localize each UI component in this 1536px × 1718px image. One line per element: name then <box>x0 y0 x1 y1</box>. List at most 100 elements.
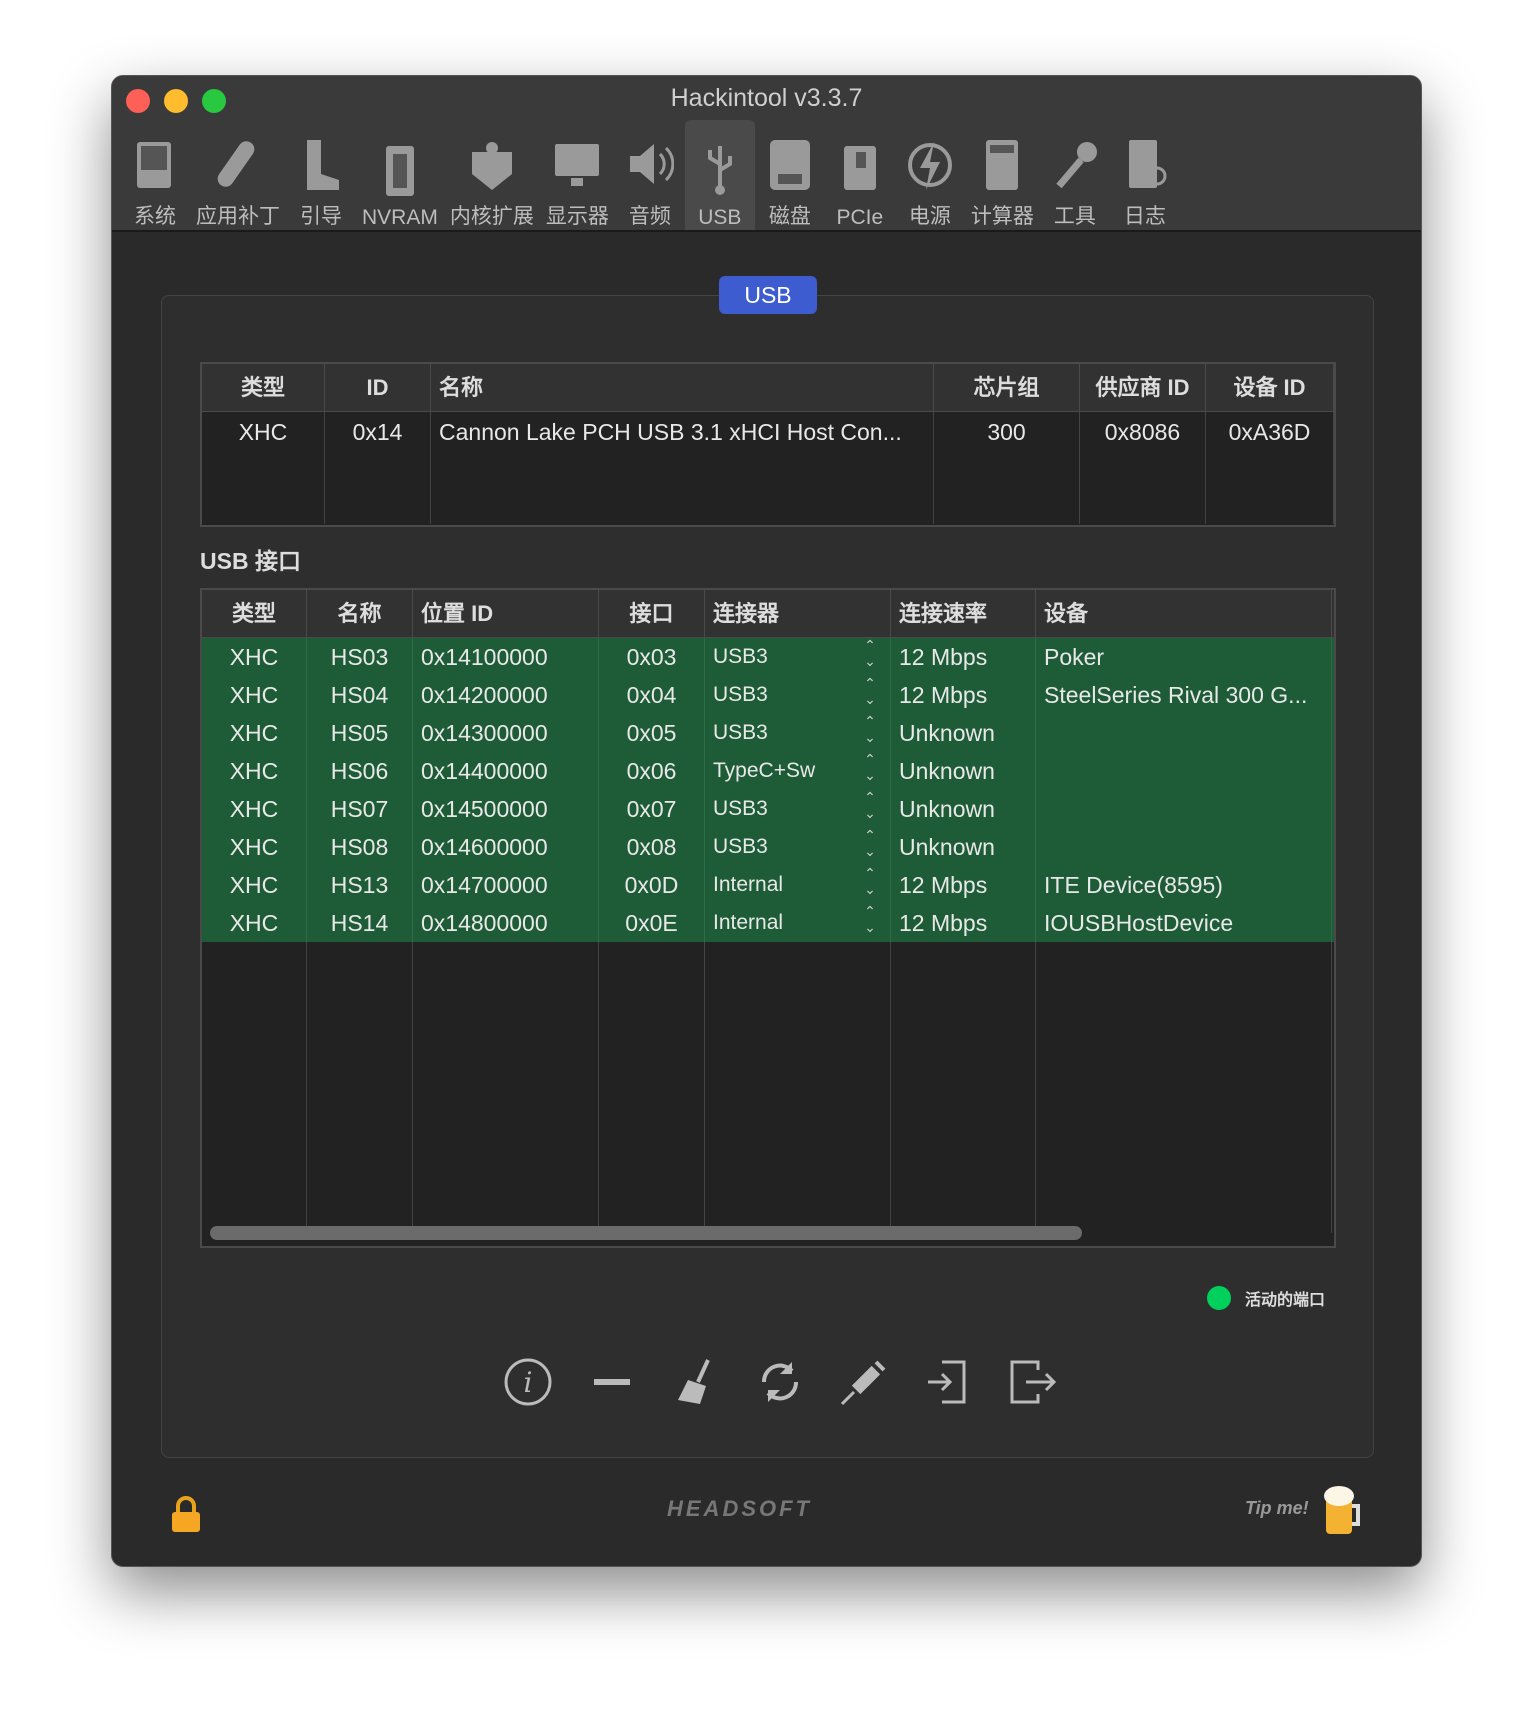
toolbar-tab-usb[interactable]: USB <box>684 120 755 230</box>
toolbar-tab-pcie[interactable]: PCIe <box>825 120 895 230</box>
table-row[interactable]: XHC HS05 0x14300000 0x05 USB3 ⌃⌄ Unknown <box>202 714 1334 752</box>
table-cell: 12 Mbps <box>891 638 1036 676</box>
toolbar-tab-log[interactable]: 日志 <box>1110 120 1180 230</box>
empty-cell <box>413 942 599 1233</box>
toolbar-tab-calculator[interactable]: 计算器 <box>965 120 1040 230</box>
column-header[interactable]: 类型 <box>202 364 325 411</box>
refresh-icon[interactable] <box>754 1356 806 1408</box>
popup-stepper-icon[interactable]: ⌃⌄ <box>863 866 879 898</box>
display-icon <box>555 144 600 186</box>
column-header[interactable]: 类型 <box>202 590 307 637</box>
tip-me-link[interactable]: Tip me! <box>1245 1498 1309 1519</box>
toolbar-tab-power[interactable]: 电源 <box>895 120 965 230</box>
popup-stepper-icon[interactable]: ⌃⌄ <box>863 676 879 708</box>
table-cell: Unknown <box>891 790 1036 828</box>
empty-cell <box>599 942 705 1233</box>
toolbar-tab-wrench[interactable]: 工具 <box>1040 120 1110 230</box>
column-header[interactable]: 名称 <box>307 590 413 637</box>
lock-icon[interactable] <box>170 1496 202 1539</box>
table-cell: 0x06 <box>599 752 705 790</box>
table-cell: XHC <box>202 790 307 828</box>
table-cell: 0x0D <box>599 866 705 904</box>
column-header[interactable]: 设备 <box>1036 590 1332 637</box>
table-row[interactable]: XHC HS13 0x14700000 0x0D Internal ⌃⌄ 12 Mbps IT… <box>202 866 1334 904</box>
toolbar-tab-label: 电源 <box>908 205 951 228</box>
table-cell: 0x04 <box>599 676 705 714</box>
svg-text:i: i <box>524 1366 533 1399</box>
clear-broom-icon[interactable] <box>670 1356 722 1408</box>
toolbar-tab-display[interactable]: 显示器 <box>540 120 615 230</box>
toolbar-tab-bandage[interactable]: 应用补丁 <box>190 120 286 230</box>
table-cell[interactable]: Internal ⌃⌄ <box>705 904 891 942</box>
table-cell: HS06 <box>307 752 413 790</box>
table-cell: Poker <box>1036 638 1332 676</box>
popup-stepper-icon[interactable]: ⌃⌄ <box>863 638 879 670</box>
table-cell: XHC <box>202 828 307 866</box>
popup-stepper-icon[interactable]: ⌃⌄ <box>863 904 879 936</box>
table-cell[interactable]: USB3 ⌃⌄ <box>705 828 891 866</box>
table-row[interactable]: XHC HS08 0x14600000 0x08 USB3 ⌃⌄ Unknown <box>202 828 1334 866</box>
table-row[interactable]: XHC HS07 0x14500000 0x07 USB3 ⌃⌄ Unknown <box>202 790 1334 828</box>
toolbar-tab-lego[interactable]: 内核扩展 <box>444 120 540 230</box>
toolbar-tab-disk[interactable]: 磁盘 <box>755 120 825 230</box>
table-row[interactable]: XHC HS06 0x14400000 0x06 TypeC+Sw ⌃⌄ Unknown <box>202 752 1334 790</box>
table-row[interactable]: XHC HS14 0x14800000 0x0E Internal ⌃⌄ 12 Mbps IO… <box>202 904 1334 942</box>
column-header[interactable]: 接口 <box>599 590 705 637</box>
table-cell[interactable]: USB3 ⌃⌄ <box>705 676 891 714</box>
empty-cell <box>307 942 413 1233</box>
table-cell[interactable]: TypeC+Sw ⌃⌄ <box>705 752 891 790</box>
column-header[interactable]: 芯片组 <box>934 364 1080 411</box>
beer-icon[interactable] <box>1322 1484 1362 1541</box>
table-cell[interactable]: Internal ⌃⌄ <box>705 866 891 904</box>
legend-label: 活动的端口 <box>1244 1292 1325 1309</box>
horizontal-scrollbar[interactable] <box>210 1226 1082 1240</box>
table-cell: HS04 <box>307 676 413 714</box>
usb-segment-button[interactable]: USB <box>719 276 817 314</box>
active-port-dot <box>1206 1286 1231 1310</box>
table-cell: 0x14500000 <box>413 790 599 828</box>
popup-stepper-icon[interactable]: ⌃⌄ <box>863 790 879 822</box>
table-cell[interactable]: USB3 ⌃⌄ <box>705 638 891 676</box>
import-icon[interactable] <box>922 1356 974 1408</box>
table-cell: 12 Mbps <box>891 866 1036 904</box>
toolbar-tab-speaker[interactable]: 音频 <box>615 120 685 230</box>
remove-icon[interactable] <box>586 1356 638 1408</box>
table-cell: IOUSBHostDevice <box>1036 904 1332 942</box>
table-row[interactable]: XHC 0x14 Cannon Lake PCH USB 3.1 xHCI Host… <box>202 412 1334 524</box>
table-cell: 0x14 <box>325 412 431 524</box>
table-cell[interactable]: USB3 ⌃⌄ <box>705 714 891 752</box>
column-header[interactable]: 设备 ID <box>1206 364 1334 411</box>
wrench-icon <box>1056 142 1097 189</box>
toolbar-tab-label: 系统 <box>134 205 176 228</box>
column-header[interactable]: 连接器 <box>705 590 891 637</box>
empty-cell <box>891 942 1036 1233</box>
toolbar-tab-boot[interactable]: 引导 <box>286 120 356 230</box>
table-cell: 0x0E <box>599 904 705 942</box>
table-cell: 0x14700000 <box>413 866 599 904</box>
column-header[interactable]: 连接速率 <box>891 590 1036 637</box>
inject-syringe-icon[interactable] <box>838 1356 890 1408</box>
info-icon[interactable]: i <box>502 1356 554 1408</box>
table-cell: 12 Mbps <box>891 904 1036 942</box>
table-cell[interactable]: USB3 ⌃⌄ <box>705 790 891 828</box>
column-header[interactable]: 供应商 ID <box>1080 364 1206 411</box>
export-icon[interactable] <box>1006 1356 1058 1408</box>
toolbar-tab-label: 工具 <box>1053 205 1096 228</box>
table-cell: XHC <box>202 866 307 904</box>
popup-stepper-icon[interactable]: ⌃⌄ <box>863 714 879 746</box>
usb-panel: 类型 ID 名称 芯片组 供应商 ID 设备 ID XHC 0x14 Cannon Lake … <box>161 295 1374 1458</box>
column-header[interactable]: 名称 <box>431 364 934 411</box>
empty-cell <box>1036 942 1332 1233</box>
toolbar-tab-computer[interactable]: 系统 <box>120 120 190 230</box>
table-cell: HS14 <box>307 904 413 942</box>
table-cell: XHC <box>202 714 307 752</box>
table-row[interactable]: XHC HS04 0x14200000 0x04 USB3 ⌃⌄ 12 Mbps SteelS… <box>202 676 1334 714</box>
table-cell: HS13 <box>307 866 413 904</box>
column-header[interactable]: 位置 ID <box>413 590 599 637</box>
popup-stepper-icon[interactable]: ⌃⌄ <box>863 828 879 860</box>
table-row[interactable]: XHC HS03 0x14100000 0x03 USB3 ⌃⌄ 12 Mbps Poker <box>202 638 1334 676</box>
column-header[interactable]: ID <box>325 364 431 411</box>
toolbar-tab-memory[interactable]: NVRAM <box>356 120 444 230</box>
power-icon <box>907 142 952 190</box>
popup-stepper-icon[interactable]: ⌃⌄ <box>863 752 879 784</box>
